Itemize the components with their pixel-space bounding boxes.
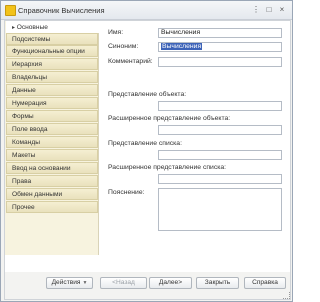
actions-label: Действия <box>51 279 81 286</box>
window-title: Справочник Вычисления <box>18 6 105 15</box>
sidebar-item-input-based-on[interactable]: Ввод на основании <box>6 162 98 174</box>
list-representation-label: Представление списка: <box>108 140 182 147</box>
explanation-textarea[interactable] <box>158 188 282 231</box>
sidebar-item-label: Основные <box>16 24 48 31</box>
object-representation-label: Представление объекта: <box>108 91 187 98</box>
name-field[interactable]: Вычисления <box>158 28 282 38</box>
sidebar-item-data-exchange[interactable]: Обмен данными <box>6 188 98 200</box>
window-menu-icon[interactable]: ⋮ <box>251 5 261 15</box>
name-label: Имя: <box>108 29 124 36</box>
catalog-settings-window: Справочник Вычисления ⋮ □ × ▸ Основные П… <box>0 0 293 302</box>
synonym-selected-text: Вычисления <box>161 43 203 50</box>
sidebar: ▸ Основные Подсистемы Функциональные опц… <box>5 21 99 255</box>
close-button[interactable]: Закрыть <box>196 277 239 289</box>
extended-list-representation-label: Расширенное представление списка: <box>108 164 227 171</box>
synonym-field[interactable]: Вычисления <box>158 42 282 52</box>
next-button[interactable]: Далее> <box>149 277 192 289</box>
chevron-down-icon: ▼ <box>82 280 88 286</box>
sidebar-item-forms[interactable]: Формы <box>6 110 98 122</box>
sidebar-item-data[interactable]: Данные <box>6 84 98 96</box>
close-icon[interactable]: × <box>277 5 287 15</box>
extended-object-representation-label: Расширенное представление объекта: <box>108 115 231 122</box>
sidebar-item-commands[interactable]: Команды <box>6 136 98 148</box>
extended-list-representation-field[interactable] <box>158 174 282 184</box>
sidebar-item-subsystems[interactable]: Подсистемы <box>6 33 98 45</box>
list-representation-field[interactable] <box>158 150 282 160</box>
help-button[interactable]: Справка <box>244 277 286 289</box>
content-area: ▸ Основные Подсистемы Функциональные опц… <box>4 20 291 300</box>
back-button[interactable]: <Назад <box>100 277 147 289</box>
comment-label: Комментарий: <box>108 58 153 65</box>
object-representation-field[interactable] <box>158 101 282 111</box>
sidebar-item-input-field[interactable]: Поле ввода <box>6 123 98 135</box>
extended-object-representation-field[interactable] <box>158 125 282 135</box>
comment-field[interactable] <box>158 57 282 67</box>
title-bar: Справочник Вычисления ⋮ □ × <box>1 1 292 20</box>
sidebar-item-hierarchy[interactable]: Иерархия <box>6 58 98 70</box>
sidebar-item-functional-options[interactable]: Функциональные опции <box>6 45 98 57</box>
maximize-icon[interactable]: □ <box>264 5 274 15</box>
actions-dropdown-button[interactable]: Действия ▼ <box>46 277 93 289</box>
synonym-label: Синоним: <box>108 43 139 50</box>
app-icon <box>5 5 16 16</box>
sidebar-item-other[interactable]: Прочее <box>6 201 98 213</box>
resize-grip-icon[interactable] <box>283 292 290 299</box>
sidebar-item-osnovnye[interactable]: ▸ Основные <box>6 21 99 33</box>
sidebar-item-templates[interactable]: Макеты <box>6 149 98 161</box>
sidebar-item-numbering[interactable]: Нумерация <box>6 97 98 109</box>
explanation-label: Пояснение: <box>108 189 145 196</box>
sidebar-item-owners[interactable]: Владельцы <box>6 71 98 83</box>
sidebar-item-rights[interactable]: Права <box>6 175 98 187</box>
